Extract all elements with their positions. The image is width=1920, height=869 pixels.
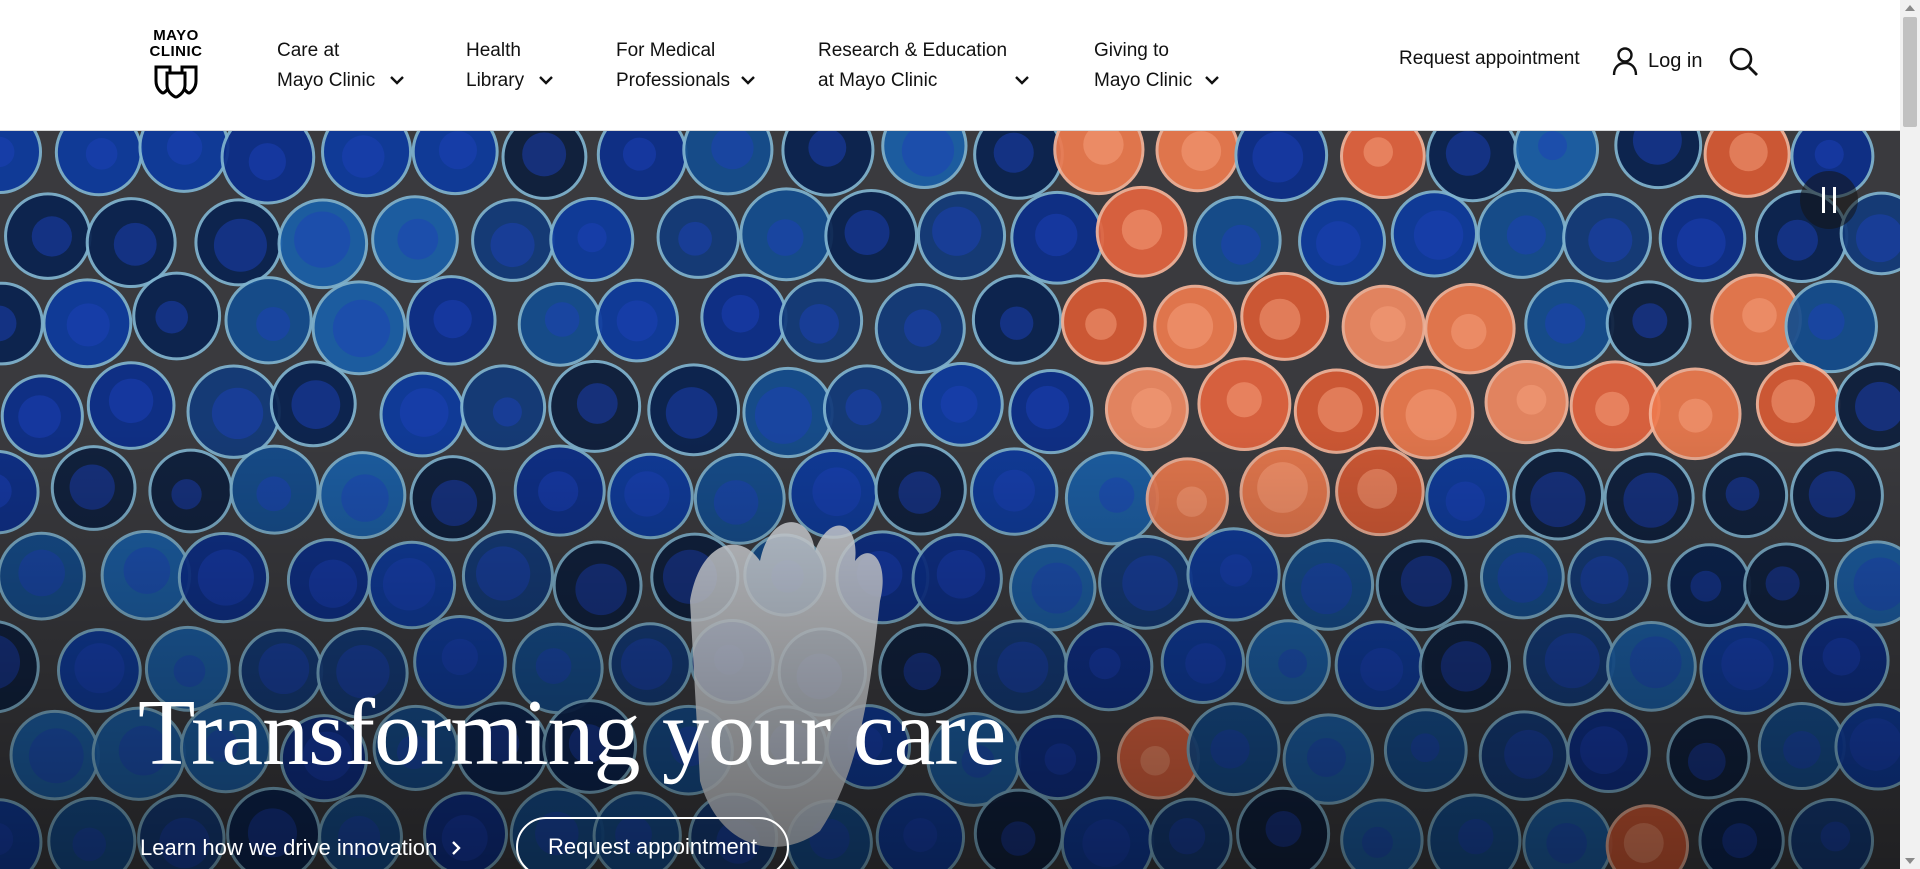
nav-label-line2: Mayo Clinic	[1094, 70, 1193, 91]
nav-label-line1: Health	[466, 40, 521, 61]
chevron-down-icon	[1015, 76, 1029, 85]
nav-research-education[interactable]: Research & Education at Mayo Clinic	[818, 36, 1029, 96]
search-icon	[1729, 47, 1758, 76]
hero-title: Transforming your care	[138, 681, 1006, 785]
nav-label-line1: Care at	[277, 40, 340, 61]
scroll-up-arrow-icon[interactable]	[1905, 5, 1915, 11]
login-button[interactable]: Log in	[1612, 44, 1703, 78]
nav-label-line2: Library	[466, 70, 525, 91]
logo-text-line2: CLINIC	[149, 43, 203, 60]
nav-label-line1: For Medical	[616, 40, 716, 61]
search-button[interactable]	[1728, 46, 1760, 78]
chevron-down-icon	[741, 76, 755, 85]
request-appointment-link[interactable]: Request appointment	[1399, 48, 1580, 70]
nav-label-line2: Professionals	[616, 70, 731, 91]
hero-request-appointment-button[interactable]: Request appointment	[516, 817, 790, 869]
hero-section: Transforming your care Learn how we driv…	[0, 131, 1900, 869]
nav-label-line2: Mayo Clinic	[277, 70, 376, 91]
nav-label-line1: Giving to	[1094, 40, 1169, 61]
scroll-thumb[interactable]	[1903, 17, 1917, 127]
mayo-shields-icon	[154, 65, 198, 99]
chevron-right-icon	[452, 841, 461, 855]
nav-care-at-mayo-clinic[interactable]: Care at Mayo Clinic	[277, 36, 404, 96]
user-icon	[1612, 47, 1638, 76]
logo-text-line1: MAYO	[153, 27, 199, 44]
nav-health-library[interactable]: Health Library	[466, 36, 553, 96]
learn-innovation-link[interactable]: Learn how we drive innovation	[140, 835, 461, 861]
login-label: Log in	[1648, 49, 1703, 72]
chevron-down-icon	[390, 76, 404, 85]
mayo-clinic-logo[interactable]: MAYO CLINIC	[146, 28, 206, 99]
nav-for-medical-professionals[interactable]: For Medical Professionals	[616, 36, 755, 96]
learn-link-label: Learn how we drive innovation	[140, 835, 438, 860]
nav-label-line1: Research & Education	[818, 40, 1008, 61]
page-scrollbar[interactable]	[1900, 0, 1920, 869]
scroll-down-arrow-icon[interactable]	[1905, 858, 1915, 864]
pause-video-button[interactable]	[1800, 171, 1858, 229]
nav-label-line2: at Mayo Clinic	[818, 70, 938, 91]
site-header: MAYO CLINIC Care at Mayo Clinic Health L…	[0, 0, 1900, 131]
nav-giving-to-mayo-clinic[interactable]: Giving to Mayo Clinic	[1094, 36, 1219, 96]
chevron-down-icon	[539, 76, 553, 85]
chevron-down-icon	[1205, 76, 1219, 85]
